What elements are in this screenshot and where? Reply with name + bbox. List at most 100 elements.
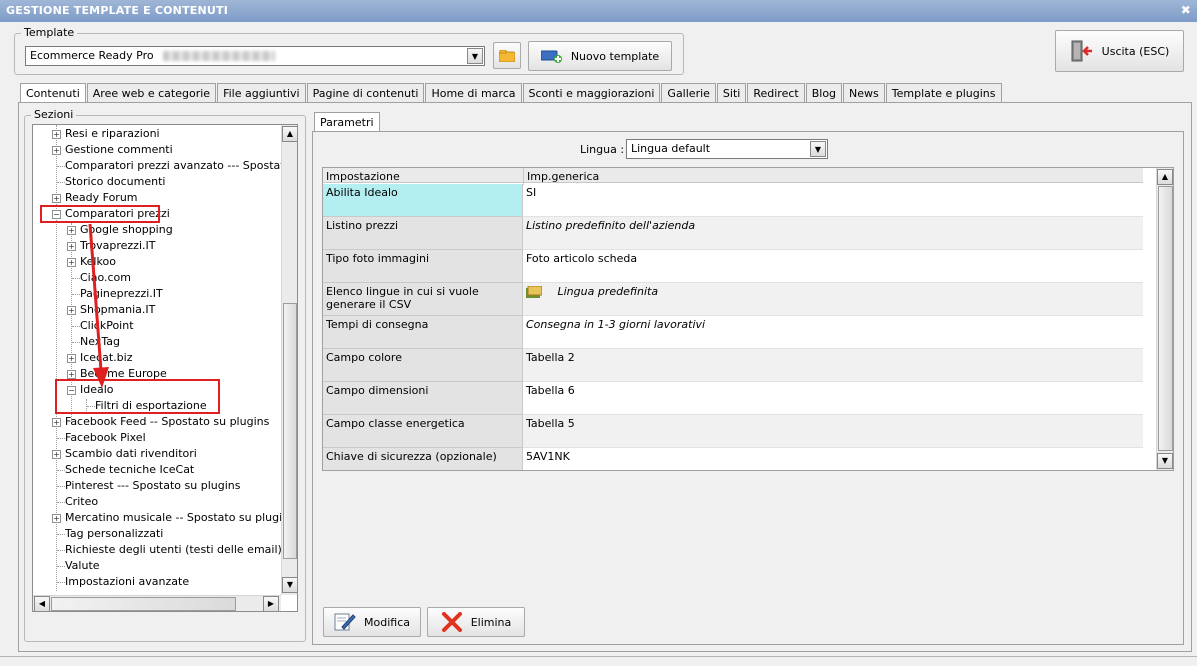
expand-icon[interactable]: + [67, 258, 76, 267]
expand-icon[interactable]: + [52, 450, 61, 459]
expand-icon[interactable]: + [67, 354, 76, 363]
expand-icon[interactable]: + [67, 370, 76, 379]
expand-icon[interactable]: + [52, 146, 61, 155]
setting-key[interactable]: Chiave di sicurezza (opzionale) [323, 448, 523, 470]
tab-pagine-contenuti[interactable]: Pagine di contenuti [306, 83, 425, 103]
tree-connector [72, 326, 80, 327]
tab-contenuti[interactable]: Contenuti [20, 83, 86, 104]
tree-item[interactable]: Facebook Feed -- Spostato su plugins [65, 414, 269, 430]
setting-value[interactable]: 5AV1NK [523, 448, 1143, 470]
setting-key[interactable]: Campo colore [323, 349, 523, 382]
expand-icon[interactable]: + [67, 226, 76, 235]
template-group-label: Template [21, 26, 78, 39]
scroll-left-icon[interactable]: ◀ [34, 596, 50, 611]
tree-item[interactable]: Facebook Pixel [65, 430, 146, 446]
scroll-thumb[interactable] [283, 303, 297, 559]
chevron-down-icon[interactable]: ▼ [467, 48, 483, 64]
expand-icon[interactable]: + [52, 130, 61, 139]
setting-key[interactable]: Campo dimensioni [323, 382, 523, 415]
scroll-thumb[interactable] [1158, 186, 1173, 451]
setting-key[interactable]: Elenco lingue in cui si vuole generare i… [323, 283, 523, 316]
setting-value[interactable]: Foto articolo scheda [523, 250, 1143, 283]
annotation-arrow [88, 223, 109, 388]
exit-label: Uscita (ESC) [1101, 44, 1170, 58]
tab-sconti[interactable]: Sconti e maggiorazioni [522, 83, 661, 103]
setting-value[interactable]: Tabella 6 [523, 382, 1143, 415]
tree-connector [57, 550, 65, 551]
expand-icon[interactable]: + [52, 514, 61, 523]
tab-template-plugins[interactable]: Template e plugins [885, 83, 1002, 103]
setting-key[interactable]: Tipo foto immagini [323, 250, 523, 283]
tree-item[interactable]: Storico documenti [65, 174, 165, 190]
setting-key[interactable]: Abilita Idealo [323, 184, 523, 217]
setting-value[interactable]: Tabella 5 [523, 415, 1143, 448]
tree-item[interactable]: Resi e riparazioni [65, 126, 160, 142]
tab-siti[interactable]: Siti [716, 83, 747, 103]
tree-horizontal-scrollbar[interactable]: ◀ ▶ [33, 595, 281, 611]
tree-item[interactable]: Comparatori prezzi avanzato --- Spostato… [65, 158, 297, 174]
tree-connector [57, 582, 65, 583]
tree-item[interactable]: Richieste degli utenti (testi delle emai… [65, 542, 282, 558]
template-select[interactable]: Ecommerce Ready Pro ▼ [25, 46, 485, 66]
delete-label: Elimina [470, 615, 512, 629]
exit-button[interactable]: Uscita (ESC) [1055, 30, 1184, 72]
tree-item[interactable]: Ready Forum [65, 190, 138, 206]
scroll-down-icon[interactable]: ▼ [282, 577, 297, 593]
tree-item[interactable]: Mercatino musicale -- Spostato su plugin… [65, 510, 295, 526]
tab-file-aggiuntivi[interactable]: File aggiuntivi [217, 83, 306, 103]
setting-value-cell[interactable]: Lingua predefinita [523, 283, 1143, 316]
scroll-down-icon[interactable]: ▼ [1157, 453, 1173, 469]
tab-aree-web[interactable]: Aree web e categorie [86, 83, 217, 103]
chevron-down-icon[interactable]: ▼ [810, 141, 826, 157]
grid-vertical-scrollbar[interactable]: ▲ ▼ [1156, 168, 1173, 470]
tree-item[interactable]: Impostazioni avanzate [65, 574, 189, 590]
scroll-thumb-h[interactable] [51, 597, 236, 611]
tab-home-marca[interactable]: Home di marca [425, 83, 522, 103]
window-titlebar: GESTIONE TEMPLATE E CONTENUTI ✖ [0, 0, 1197, 22]
lingua-select-value: Lingua default [631, 142, 711, 155]
tree-item[interactable]: Criteo [65, 494, 98, 510]
setting-value[interactable]: Listino predefinito dell'azienda [523, 217, 1143, 250]
setting-key[interactable]: Listino prezzi [323, 217, 523, 250]
scroll-right-icon[interactable]: ▶ [263, 596, 279, 611]
tree-vertical-scrollbar[interactable]: ▲ ▼ [281, 125, 297, 595]
tree-item[interactable]: Pinterest --- Spostato su plugins [65, 478, 240, 494]
setting-key[interactable]: Campo classe energetica [323, 415, 523, 448]
tree-item[interactable]: Gestione commenti [65, 142, 173, 158]
tree-connector [57, 486, 65, 487]
delete-button[interactable]: Elimina [427, 607, 525, 637]
expand-icon[interactable]: + [52, 418, 61, 427]
setting-value[interactable]: SI [523, 184, 1143, 217]
tree-item[interactable]: Tag personalizzati [65, 526, 163, 542]
tab-blog[interactable]: Blog [805, 83, 843, 103]
tab-gallerie[interactable]: Gallerie [661, 83, 716, 103]
tab-redirect[interactable]: Redirect [747, 83, 805, 103]
expand-icon[interactable]: + [67, 306, 76, 315]
parameters-grid: Impostazione Imp.generica Abilita Idealo… [322, 167, 1174, 471]
tree-connector [57, 438, 65, 439]
folder-icon [499, 49, 515, 62]
tab-parametri[interactable]: Parametri [314, 112, 380, 133]
scroll-up-icon[interactable]: ▲ [282, 126, 297, 142]
setting-value[interactable]: Tabella 2 [523, 349, 1143, 382]
scroll-up-icon[interactable]: ▲ [1157, 169, 1173, 185]
expand-icon[interactable]: + [52, 194, 61, 203]
edit-button[interactable]: Modifica [323, 607, 421, 637]
tree-item[interactable]: Valute [65, 558, 100, 574]
tree-item[interactable]: Scambio dati rivenditori [65, 446, 197, 462]
tree-connector [57, 502, 65, 503]
tab-news[interactable]: News [843, 83, 885, 103]
edit-label: Modifica [364, 615, 410, 629]
tree-item[interactable]: Schede tecniche IceCat [65, 462, 194, 478]
setting-value[interactable]: Consegna in 1-3 giorni lavorativi [523, 316, 1143, 349]
expand-icon[interactable]: + [67, 242, 76, 251]
tree-connector [72, 278, 80, 279]
sections-tree: + Resi e riparazioni + Gestione commenti… [32, 124, 298, 612]
lingua-select[interactable]: Lingua default ▼ [626, 139, 828, 159]
close-icon[interactable]: ✖ [1181, 3, 1191, 17]
template-select-value: Ecommerce Ready Pro [30, 49, 154, 62]
open-folder-button[interactable] [493, 42, 521, 69]
setting-key[interactable]: Tempi di consegna [323, 316, 523, 349]
new-template-button[interactable]: Nuovo template [528, 41, 672, 71]
tree-connector [57, 566, 65, 567]
